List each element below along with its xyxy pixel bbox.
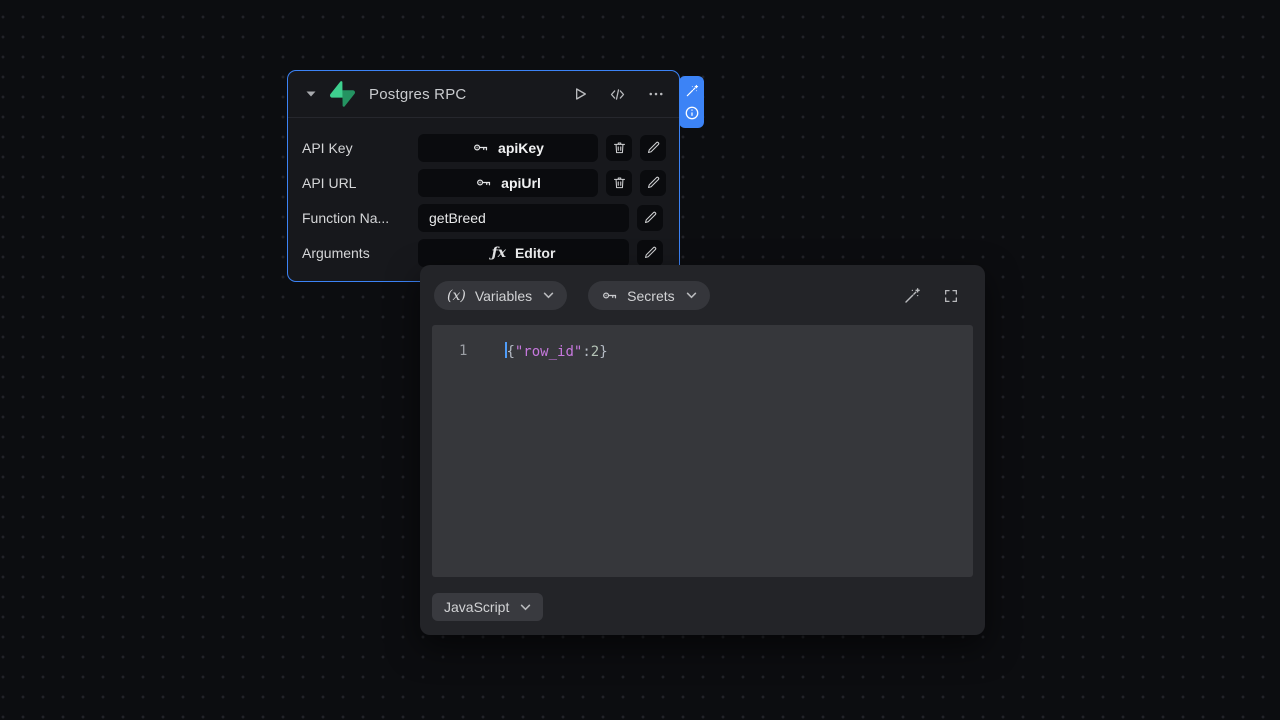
chevron-down-icon [520, 604, 531, 611]
pencil-icon [644, 246, 656, 259]
key-icon [472, 139, 489, 156]
fx-icon: ƒx [491, 244, 506, 261]
trash-icon [613, 177, 625, 189]
view-code-button[interactable] [608, 86, 627, 103]
run-node-button[interactable] [572, 86, 588, 102]
variables-dropdown[interactable]: (x) Variables [434, 281, 568, 310]
secrets-dropdown[interactable]: Secrets [588, 281, 710, 310]
function-name-row: Function Na... [302, 200, 665, 235]
code-token: "row_id" [514, 344, 583, 360]
workflow-canvas: Postgres RPC API Key apiKey API URL apiU… [0, 0, 1280, 720]
api-key-row: API Key apiKey [302, 130, 666, 165]
code-content: {"row_id":2} [505, 342, 608, 361]
api-url-secret-pill[interactable]: apiUrl [418, 168, 598, 197]
node-header: Postgres RPC [288, 71, 679, 118]
node-side-badge [679, 76, 704, 128]
supabase-logo-icon [330, 81, 355, 107]
info-icon [685, 106, 698, 119]
node-title: Postgres RPC [369, 85, 467, 103]
code-line: 1 {"row_id":2} [432, 325, 973, 361]
api-key-label: API Key [302, 139, 353, 156]
format-code-button[interactable] [903, 287, 921, 305]
code-editor[interactable]: 1 {"row_id":2} [432, 325, 973, 577]
arguments-edit-button[interactable] [637, 239, 663, 266]
editor-toolbar: (x) Variables Secrets [420, 265, 985, 310]
info-button[interactable] [684, 105, 700, 121]
node-body: API Key apiKey API URL apiUrl Function N… [288, 118, 679, 270]
fullscreen-icon [945, 289, 957, 302]
play-icon [576, 88, 586, 100]
variables-icon: (x) [447, 287, 466, 304]
chevron-down-icon [543, 292, 554, 299]
chevron-down-icon [686, 292, 697, 299]
arguments-label: Arguments [302, 244, 370, 261]
api-key-secret-pill[interactable]: apiKey [418, 133, 598, 162]
magic-wand-icon [686, 84, 698, 96]
line-number: 1 [459, 343, 468, 359]
arguments-editor-popup: (x) Variables Secrets 1 {"row_id":2} Jav… [420, 265, 985, 635]
pencil-icon [647, 141, 659, 154]
api-url-row: API URL apiUrl [302, 165, 666, 200]
code-token: : [582, 344, 591, 360]
language-dropdown[interactable]: JavaScript [432, 593, 544, 621]
key-icon [475, 174, 492, 191]
variables-dropdown-label: Variables [474, 287, 533, 304]
ellipsis-icon [649, 92, 663, 96]
code-token: } [599, 344, 608, 360]
arguments-editor-button[interactable]: ƒx Editor [418, 238, 629, 267]
collapse-chevron-icon[interactable] [302, 85, 320, 103]
key-icon [601, 287, 618, 304]
function-name-edit-button[interactable] [637, 204, 663, 231]
expand-fullscreen-button[interactable] [943, 288, 959, 304]
api-url-label: API URL [302, 174, 357, 191]
function-name-label: Function Na... [302, 209, 390, 226]
api-key-edit-button[interactable] [640, 134, 666, 161]
api-url-value: apiUrl [501, 174, 541, 191]
arguments-editor-button-label: Editor [514, 244, 556, 261]
api-url-delete-button[interactable] [606, 169, 632, 196]
api-key-value: apiKey [498, 139, 544, 156]
postgres-rpc-node[interactable]: Postgres RPC API Key apiKey API URL apiU… [287, 70, 680, 282]
code-token: { [506, 344, 515, 360]
secrets-dropdown-label: Secrets [627, 287, 675, 304]
node-header-actions [572, 85, 665, 103]
function-name-input[interactable] [418, 203, 629, 232]
language-dropdown-label: JavaScript [444, 599, 510, 615]
code-token: 2 [590, 344, 600, 360]
code-icon [610, 88, 625, 100]
pencil-icon [644, 211, 656, 224]
ai-assist-button[interactable] [685, 84, 699, 98]
magic-wand-icon [905, 287, 920, 303]
trash-icon [613, 142, 625, 154]
api-key-delete-button[interactable] [606, 134, 632, 161]
api-url-edit-button[interactable] [640, 169, 666, 196]
pencil-icon [647, 176, 659, 189]
more-options-button[interactable] [647, 85, 665, 103]
